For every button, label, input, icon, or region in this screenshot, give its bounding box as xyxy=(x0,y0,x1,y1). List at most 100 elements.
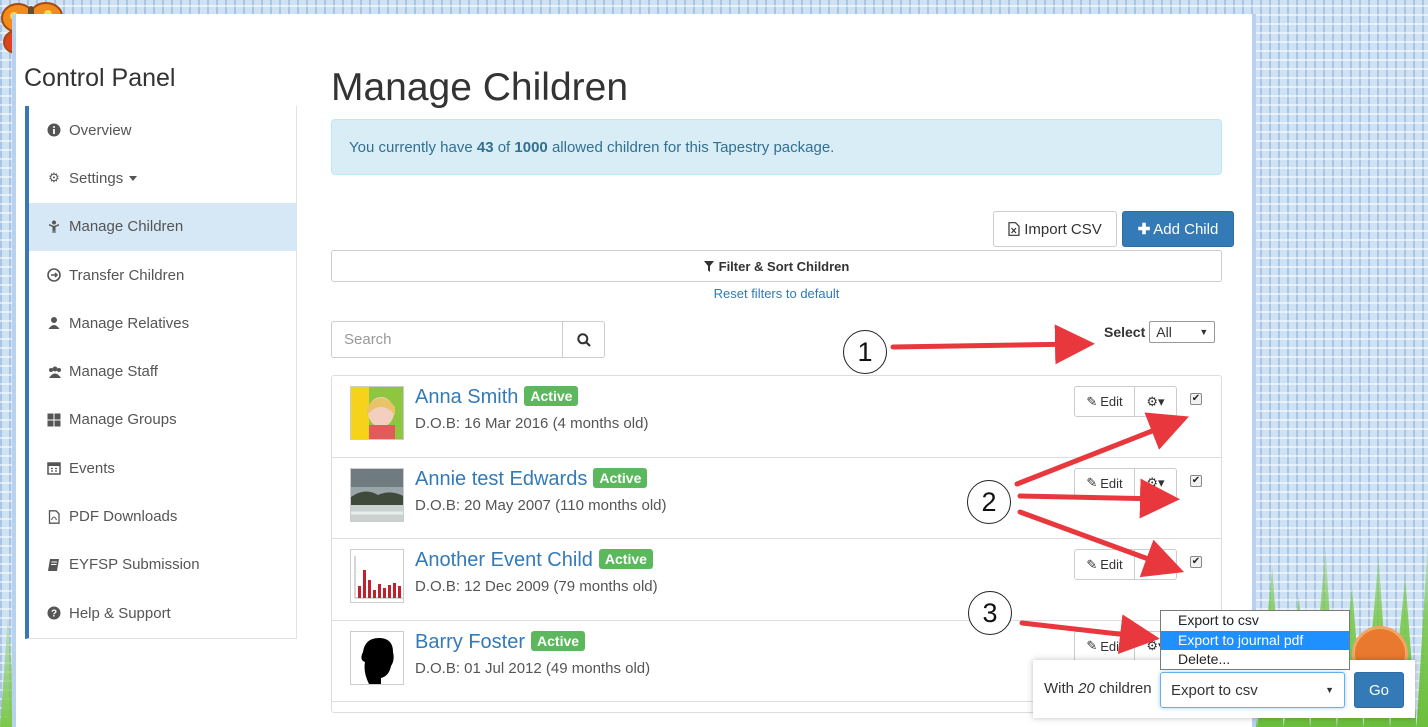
row-checkbox[interactable]: ✔ xyxy=(1190,556,1202,568)
calendar-icon xyxy=(47,461,61,475)
dropdown-arrow-icon: ▼ xyxy=(1199,327,1209,337)
search-icon xyxy=(576,332,591,347)
sidebar-item-label: PDF Downloads xyxy=(69,508,178,526)
sidebar-item-events[interactable]: Events xyxy=(29,444,296,492)
child-name-text[interactable]: Barry Foster xyxy=(415,631,525,653)
child-dob: D.O.B: 12 Dec 2009 (79 months old) xyxy=(415,578,658,595)
child-dob: D.O.B: 16 Mar 2016 (4 months old) xyxy=(415,415,649,432)
sidebar-item-label: Help & Support xyxy=(69,604,171,622)
child-name[interactable]: Anna Smith Active xyxy=(415,386,579,409)
row-options-button[interactable]: ⚙▾ xyxy=(1135,549,1177,580)
users-icon xyxy=(47,365,61,379)
sidebar-item-manage-groups[interactable]: Manage Groups xyxy=(29,396,296,444)
row-options-button[interactable]: ⚙▾ xyxy=(1135,386,1177,417)
sidebar-item-label: Transfer Children xyxy=(69,266,185,284)
pencil-icon: ✎ xyxy=(1086,556,1098,572)
child-name-text[interactable]: Anna Smith xyxy=(415,386,518,408)
table-row: Another Event Child Active D.O.B: 12 Dec … xyxy=(332,539,1221,621)
bulk-action-options: Export to csv Export to journal pdf Dele… xyxy=(1160,610,1350,670)
sidebar-item-manage-staff[interactable]: Manage Staff xyxy=(29,347,296,395)
pencil-icon: ✎ xyxy=(1086,475,1098,490)
sidebar-item-overview[interactable]: Overview xyxy=(29,106,296,154)
row-options-button[interactable]: ⚙▾ xyxy=(1135,467,1177,499)
edit-button[interactable]: ✎ Edit xyxy=(1074,630,1135,662)
child-dob: D.O.B: 01 Jul 2012 (49 months old) xyxy=(415,659,651,677)
sidebar-item-label: Manage Groups xyxy=(69,411,177,429)
filter-sort-toggle[interactable]: Filter & Sort Children xyxy=(331,250,1222,282)
sidebar-item-help-support[interactable]: ? Help & Support xyxy=(29,589,296,637)
plus-icon: ✚ xyxy=(1137,221,1151,238)
bulk-label: With 20 children xyxy=(1044,680,1152,697)
reset-filters-link[interactable]: Reset filters to default xyxy=(331,286,1222,301)
user-icon xyxy=(47,316,61,330)
pdf-file-icon xyxy=(47,509,61,524)
alert-text: of xyxy=(493,139,515,156)
table-row: Anna Smith Active D.O.B: 16 Mar 2016 (4 m… xyxy=(332,376,1221,458)
import-csv-button[interactable]: Import CSV xyxy=(993,211,1117,247)
select-value: All xyxy=(1156,324,1172,340)
bulk-action-select[interactable]: Export to csv ▼ xyxy=(1160,672,1345,708)
status-badge: Active xyxy=(598,549,653,569)
step-callout: 2 xyxy=(967,480,1011,524)
sidebar-item-transfer-children[interactable]: Transfer Children xyxy=(29,251,296,299)
filter-sort-label: Filter & Sort Children xyxy=(718,258,850,274)
dropdown-option[interactable]: Delete... xyxy=(1161,650,1349,670)
package-alert: You currently have 43 of 1000 allowed ch… xyxy=(331,119,1222,175)
search-input[interactable] xyxy=(332,322,562,357)
import-csv-label: Import CSV xyxy=(1024,220,1102,238)
edit-button[interactable]: ✎ Edit xyxy=(1074,467,1135,499)
cog-icon: ⚙ xyxy=(48,170,60,186)
child-name[interactable]: Barry Foster Active xyxy=(415,630,586,654)
child-name-text[interactable]: Another Event Child xyxy=(415,549,593,571)
children-count: 43 xyxy=(476,139,494,156)
row-checkbox[interactable]: ✔ xyxy=(1190,474,1202,487)
alert-text: You currently have xyxy=(349,139,477,156)
row-checkbox[interactable]: ✔ xyxy=(1190,393,1202,405)
edit-label: Edit xyxy=(1100,394,1123,409)
grid-icon xyxy=(47,413,61,427)
child-name-text[interactable]: Annie test Edwards xyxy=(415,468,587,490)
caret-down-icon xyxy=(129,175,138,181)
select-label: Select xyxy=(1104,324,1146,340)
child-name[interactable]: Another Event Child Active xyxy=(415,549,653,572)
bulk-selected-value: Export to csv xyxy=(1171,681,1258,699)
select-dropdown[interactable]: All ▼ xyxy=(1149,321,1216,343)
sidebar-item-eyfsp-submission[interactable]: EYFSP Submission xyxy=(29,541,296,589)
bulk-label-text: With xyxy=(1044,680,1079,697)
info-circle-icon xyxy=(47,123,61,137)
search-button[interactable] xyxy=(562,322,604,357)
dropdown-option[interactable]: Export to journal pdf xyxy=(1161,630,1349,650)
question-circle-icon: ? xyxy=(47,606,61,620)
alert-text: allowed children for this Tapestry packa… xyxy=(547,139,835,156)
sidebar-item-manage-children[interactable]: Manage Children xyxy=(29,202,296,251)
reset-filters-label[interactable]: Reset filters to default xyxy=(714,286,840,301)
edit-button[interactable]: ✎ Edit xyxy=(1074,386,1135,417)
go-label: Go xyxy=(1368,681,1389,699)
status-badge: Active xyxy=(593,467,648,488)
dropdown-arrow-icon: ▼ xyxy=(1325,685,1334,695)
pencil-icon: ✎ xyxy=(1086,393,1098,409)
avatar xyxy=(350,549,404,603)
sidebar-item-label: Manage Relatives xyxy=(69,314,190,332)
child-dob: D.O.B: 20 May 2007 (110 months old) xyxy=(415,496,667,514)
sidebar-item-pdf-downloads[interactable]: PDF Downloads xyxy=(29,492,296,540)
status-badge: Active xyxy=(531,630,586,651)
row-actions: ✎ Edit ⚙▾ xyxy=(1074,386,1177,417)
sidebar-item-manage-relatives[interactable]: Manage Relatives xyxy=(29,299,296,347)
sidebar-item-label: EYFSP Submission xyxy=(69,556,200,574)
add-child-button[interactable]: ✚ Add Child xyxy=(1122,211,1234,247)
children-max: 1000 xyxy=(514,139,548,156)
table-row: Annie test Edwards Active D.O.B: 20 May 2… xyxy=(332,458,1221,539)
sidebar-item-label: Overview xyxy=(69,121,132,139)
sidebar-item-label: Settings xyxy=(69,169,124,187)
sidebar-item-settings[interactable]: ⚙ Settings xyxy=(29,154,296,202)
row-actions: ✎ Edit ⚙▾ xyxy=(1074,467,1177,499)
go-button[interactable]: Go xyxy=(1354,672,1404,708)
cog-icon: ⚙▾ xyxy=(1146,393,1165,409)
child-name[interactable]: Annie test Edwards Active xyxy=(415,467,648,491)
avatar xyxy=(350,386,404,440)
file-excel-icon xyxy=(1008,222,1020,236)
edit-button[interactable]: ✎ Edit xyxy=(1074,549,1135,580)
dropdown-option[interactable]: Export to csv xyxy=(1161,611,1349,631)
step-callout: 3 xyxy=(968,591,1012,635)
